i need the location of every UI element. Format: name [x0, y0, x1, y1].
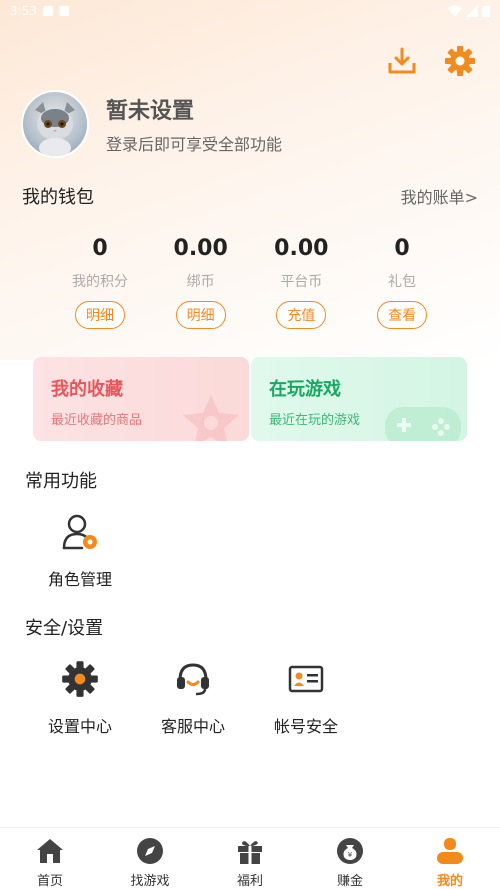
- wallet-header: 我的钱包 我的账单>: [22, 183, 478, 209]
- wallet-value: 0: [394, 236, 410, 261]
- wallet-item-points: 0 我的积分 明细: [50, 236, 150, 329]
- profile-header[interactable]: 暂未设置 登录后即可享受全部功能: [21, 90, 282, 158]
- wallet-title: 我的钱包: [22, 187, 94, 208]
- tab-label: 福利: [236, 874, 263, 889]
- points-detail-button[interactable]: 明细: [75, 301, 125, 329]
- download-icon[interactable]: [386, 45, 418, 77]
- wallet-value: 0: [92, 236, 108, 261]
- playing-card[interactable]: 在玩游戏 最近在玩的游戏: [251, 357, 467, 441]
- wallet-item-platform-coins: 0.00 平台币 充值: [251, 236, 351, 329]
- view-gifts-button[interactable]: 查看: [376, 301, 427, 329]
- wallet-label: 平台币: [280, 274, 323, 290]
- tab-earn[interactable]: ¥ 赚金: [300, 828, 400, 889]
- customer-service-label: 客服中心: [160, 717, 225, 736]
- settings-center-label: 设置中心: [47, 717, 112, 736]
- notification-icon: [58, 6, 69, 16]
- signal-icon: [466, 5, 478, 17]
- account-security-button[interactable]: 帐号安全: [251, 657, 361, 737]
- home-icon: [35, 836, 65, 865]
- tab-mine[interactable]: 我的: [400, 828, 500, 889]
- compass-icon: [135, 836, 165, 865]
- wallet-item-bound-coins: 0.00 绑币 明细: [151, 236, 251, 329]
- avatar[interactable]: [21, 90, 89, 158]
- role-manage-label: 角色管理: [47, 570, 112, 589]
- headset-icon: [171, 657, 215, 701]
- wallet-label: 礼包: [387, 274, 416, 290]
- gift-icon: [235, 836, 265, 865]
- settings-gear-icon[interactable]: [444, 45, 476, 77]
- tab-label: 我的: [436, 874, 463, 889]
- gear-icon: [58, 657, 102, 701]
- wallet-items: 0 我的积分 明细 0.00 绑币 明细 0.00 平台币 充值 0 礼包 查看: [50, 236, 452, 329]
- role-manage-button[interactable]: 角色管理: [25, 510, 135, 590]
- wallet-label: 绑币: [186, 274, 215, 290]
- security-settings-title: 安全/设置: [25, 618, 104, 639]
- money-bag-icon: ¥: [335, 836, 365, 865]
- my-bill-link[interactable]: 我的账单>: [401, 184, 478, 208]
- tab-label: 首页: [36, 874, 63, 889]
- settings-center-button[interactable]: 设置中心: [25, 657, 135, 737]
- shortcut-cards: 我的收藏 最近收藏的商品 在玩游戏 最近在玩的游戏: [33, 357, 467, 441]
- status-time: 3:53: [10, 4, 37, 18]
- bound-coins-detail-button[interactable]: 明细: [175, 301, 226, 329]
- battery-icon: [482, 6, 490, 17]
- customer-service-button[interactable]: 客服中心: [138, 657, 248, 737]
- profile-subtitle: 登录后即可享受全部功能: [106, 135, 283, 154]
- tab-find-games[interactable]: 找游戏: [100, 828, 200, 889]
- gamepad-icon: [385, 407, 461, 441]
- svg-text:¥: ¥: [348, 851, 353, 859]
- tab-home[interactable]: 首页: [0, 828, 100, 889]
- bottom-tab-bar: 首页 找游戏 福利 ¥ 赚金 我的: [0, 827, 500, 889]
- top-actions: [386, 45, 476, 77]
- wallet-label: 我的积分: [72, 274, 128, 290]
- tab-label: 赚金: [336, 874, 363, 889]
- profile-name: 暂未设置: [106, 99, 195, 124]
- playing-title: 在玩游戏: [269, 379, 341, 400]
- tab-benefits[interactable]: 福利: [200, 828, 300, 889]
- star-icon: [183, 395, 239, 441]
- recharge-button[interactable]: 充值: [276, 301, 327, 329]
- wallet-value: 0.00: [173, 236, 228, 261]
- user-icon: [435, 836, 465, 865]
- common-functions-title: 常用功能: [25, 471, 97, 492]
- id-card-icon: [284, 657, 328, 701]
- wifi-icon: [448, 5, 462, 17]
- wallet-value: 0.00: [274, 236, 329, 261]
- tab-label: 找游戏: [130, 874, 170, 889]
- status-bar: 3:53: [0, 0, 500, 22]
- wallet-item-gift-packs: 0 礼包 查看: [352, 236, 452, 329]
- notification-icon: [42, 6, 53, 16]
- favorites-card[interactable]: 我的收藏 最近收藏的商品: [33, 357, 249, 441]
- account-security-label: 帐号安全: [273, 717, 338, 736]
- role-manage-icon: [58, 510, 102, 554]
